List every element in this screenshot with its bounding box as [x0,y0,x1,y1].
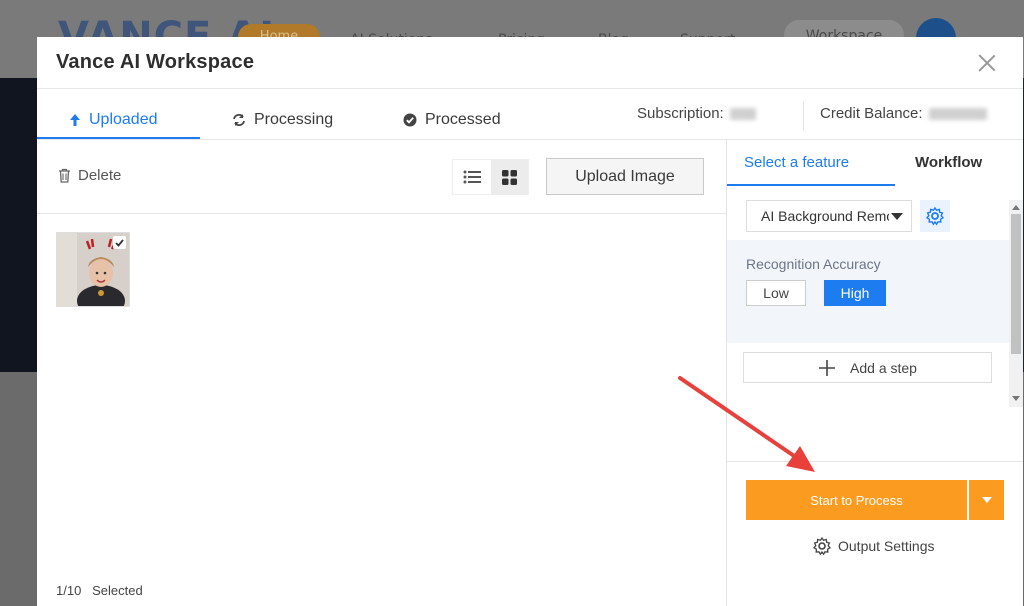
output-settings-label: Output Settings [838,538,935,554]
accuracy-high-button[interactable]: High [824,280,886,306]
tab-processing[interactable]: Processing [232,101,333,139]
scroll-down-icon[interactable] [1012,396,1020,401]
workspace-modal: Vance AI Workspace Uploaded Processing P… [37,37,1023,606]
meta-divider [803,101,804,131]
modal-title: Vance AI Workspace [56,51,255,73]
process-options-button[interactable] [969,480,1004,520]
subscription-value-redacted [729,107,756,120]
output-settings-button[interactable]: Output Settings [812,536,935,556]
tab-processed[interactable]: Processed [403,101,501,139]
delete-label: Delete [78,167,122,184]
tab-uploaded[interactable]: Uploaded [69,101,158,139]
gear-icon [813,536,831,556]
accuracy-label: Recognition Accuracy [746,256,881,272]
credit-label: Credit Balance: [820,105,923,122]
credit-info: Credit Balance: [820,105,987,122]
panel-scrollbar[interactable] [1009,200,1023,407]
feature-dropdown-value: AI Background Remover [761,208,889,224]
view-toggle [452,159,529,195]
selected-count: 1/10 Selected [56,583,143,598]
title-divider [37,88,1023,89]
checkmark-icon [115,238,124,247]
check-circle-icon [403,113,417,127]
scrollbar-thumb[interactable] [1011,214,1021,354]
grid-view-button[interactable] [490,160,528,194]
subscription-label: Subscription: [637,105,724,122]
image-thumbnail[interactable] [56,232,130,307]
add-step-label: Add a step [850,359,917,376]
selected-checkbox[interactable] [113,236,126,249]
process-divider [727,461,1023,462]
list-view-button[interactable] [453,160,491,194]
delete-button[interactable]: Delete [58,167,121,184]
tab-label: Processing [254,111,334,128]
tab-label: Uploaded [89,111,158,128]
tab-label: Processed [425,111,501,128]
caret-down-icon [981,497,992,503]
tab-select-feature[interactable]: Select a feature [744,154,849,171]
gear-icon [925,206,945,226]
list-view-icon [463,170,481,184]
grid-view-icon [501,169,517,185]
caret-down-icon [891,213,903,220]
feature-tab-indicator [727,184,895,186]
accuracy-low-button[interactable]: Low [746,280,806,306]
upload-arrow-icon [70,114,80,126]
tabs-divider [37,139,1023,140]
panel-divider [726,140,727,606]
feature-dropdown[interactable]: AI Background Remover [746,200,912,232]
scroll-up-icon[interactable] [1012,205,1020,210]
refresh-icon [233,114,245,126]
add-step-button[interactable]: Add a step [743,352,992,383]
background-dark-panel [0,78,40,372]
toolbar-divider [37,213,726,214]
trash-icon [59,168,70,183]
subscription-info: Subscription: [637,105,756,122]
close-icon[interactable] [977,53,997,73]
accuracy-section: Recognition Accuracy Low High [727,240,1009,343]
feature-settings-button[interactable] [920,200,950,232]
start-process-button[interactable]: Start to Process [746,480,967,520]
credit-value-redacted [928,107,987,120]
tab-workflow[interactable]: Workflow [915,154,982,171]
plus-icon [819,359,836,376]
upload-image-button[interactable]: Upload Image [546,158,704,195]
